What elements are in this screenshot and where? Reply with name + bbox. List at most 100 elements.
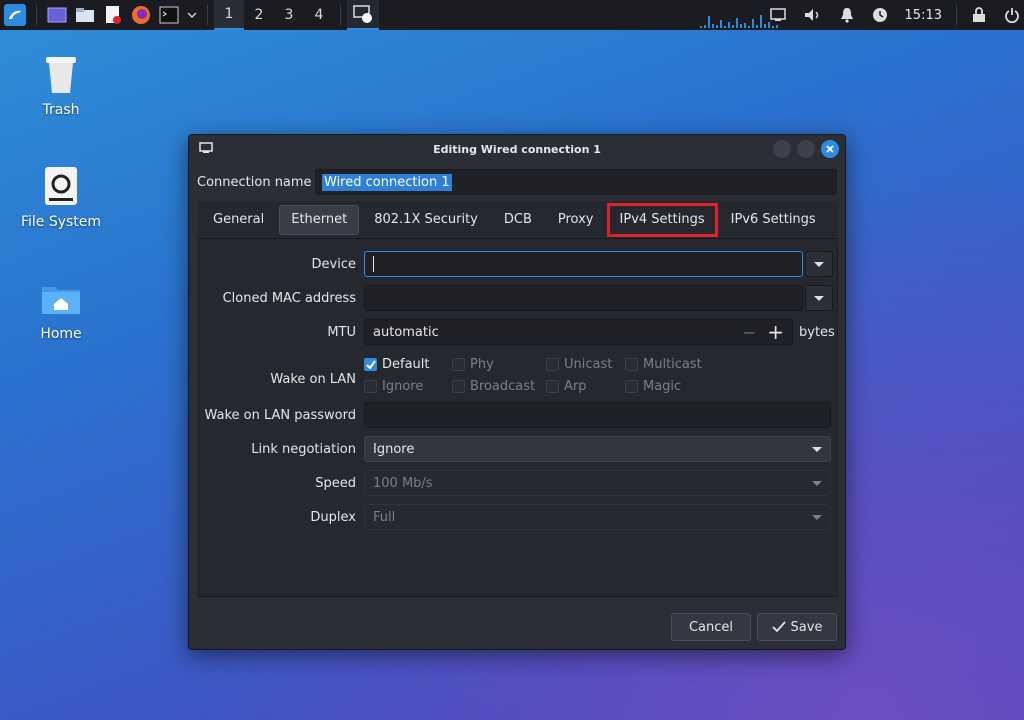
mtu-increment-button[interactable]: + <box>767 322 784 342</box>
link-negotiation-value: Ignore <box>373 441 415 457</box>
notification-bell-icon[interactable] <box>840 7 854 23</box>
wol-password-input[interactable] <box>364 402 831 428</box>
cancel-label: Cancel <box>688 619 734 635</box>
wol-arp-checkbox[interactable]: Arp <box>546 379 587 394</box>
workspace-3-button[interactable]: 3 <box>274 0 304 30</box>
desktop-icon-file-system[interactable]: File System <box>11 164 111 230</box>
workspace-1-button[interactable]: 1 <box>214 0 244 30</box>
tab-general[interactable]: General <box>202 205 275 235</box>
show-desktop-icon[interactable] <box>46 4 68 26</box>
checkbox-icon <box>625 380 638 393</box>
wol-broadcast-checkbox[interactable]: Broadcast <box>452 379 535 394</box>
wol-ignore-checkbox[interactable]: Ignore <box>364 379 423 394</box>
wol-default-label: Default <box>382 357 430 372</box>
network-window-icon <box>199 142 213 158</box>
tab-ipv6-settings[interactable]: IPv6 Settings <box>720 205 827 235</box>
mtu-value: automatic <box>373 324 439 340</box>
dialog-titlebar[interactable]: Editing Wired connection 1 <box>189 135 845 163</box>
checkbox-icon <box>546 380 559 393</box>
tab-bar: General Ethernet 802.1X Security DCB Pro… <box>198 201 838 239</box>
wol-multicast-checkbox[interactable]: Multicast <box>625 357 702 372</box>
wol-unicast-checkbox[interactable]: Unicast <box>546 357 612 372</box>
connection-name-input[interactable]: Wired connection 1 <box>315 169 837 195</box>
wol-unicast-label: Unicast <box>564 357 613 372</box>
wol-label: Wake on LAN <box>270 371 356 387</box>
wol-magic-checkbox[interactable]: Magic <box>625 379 681 394</box>
link-negotiation-row: Link negotiation Ignore <box>199 436 839 462</box>
cloned-mac-input[interactable] <box>364 285 803 311</box>
wol-broadcast-label: Broadcast <box>470 379 536 394</box>
file-manager-icon[interactable] <box>74 4 96 26</box>
panel-separator <box>207 5 208 25</box>
save-button[interactable]: Save <box>757 613 837 641</box>
desktop-icon-home[interactable]: Home <box>11 276 111 342</box>
cancel-button[interactable]: Cancel <box>671 613 751 641</box>
maximize-button[interactable] <box>797 140 815 158</box>
taskbar-network-window-button[interactable] <box>347 0 379 30</box>
panel-separator <box>36 5 37 25</box>
wol-arp-label: Arp <box>564 379 587 394</box>
mtu-spinbox[interactable]: automatic − + <box>364 319 793 345</box>
power-icon[interactable] <box>1004 7 1020 23</box>
tab-dcb[interactable]: DCB <box>493 205 543 235</box>
clock-icon[interactable] <box>872 7 888 23</box>
wol-password-row: Wake on LAN password <box>199 402 839 428</box>
panel-separator <box>340 5 341 25</box>
wol-phy-checkbox[interactable]: Phy <box>452 357 494 372</box>
workspace-2-button[interactable]: 2 <box>244 0 274 30</box>
duplex-label: Duplex <box>310 509 356 525</box>
chevron-down-icon <box>814 261 824 267</box>
close-icon <box>826 145 834 153</box>
tab-proxy[interactable]: Proxy <box>547 205 605 235</box>
dialog-title: Editing Wired connection 1 <box>433 142 601 156</box>
link-negotiation-label: Link negotiation <box>251 441 356 457</box>
lock-icon[interactable] <box>972 7 986 23</box>
wol-phy-label: Phy <box>470 357 494 372</box>
duplex-value: Full <box>373 509 396 525</box>
link-negotiation-select[interactable]: Ignore <box>364 436 831 462</box>
display-icon[interactable] <box>769 8 786 22</box>
workspace-4-button[interactable]: 4 <box>304 0 334 30</box>
edit-connection-dialog: Editing Wired connection 1 Connection na… <box>188 134 846 650</box>
duplex-row: Duplex Full <box>199 504 839 530</box>
firefox-icon[interactable] <box>130 4 152 26</box>
tab-ipv4-settings[interactable]: IPv4 Settings <box>606 202 718 237</box>
close-button[interactable] <box>821 140 839 158</box>
speed-value: 100 Mb/s <box>373 475 433 491</box>
minimize-button[interactable] <box>773 140 791 158</box>
terminal-icon[interactable] <box>158 4 180 26</box>
chevron-down-icon <box>812 515 822 520</box>
device-input[interactable] <box>364 251 803 277</box>
device-label: Device <box>311 256 356 272</box>
panel-separator <box>956 5 957 25</box>
cloned-mac-dropdown-button[interactable] <box>805 285 833 311</box>
checkbox-checked-icon <box>364 358 377 371</box>
cloned-mac-label: Cloned MAC address <box>222 290 356 306</box>
wol-default-checkbox[interactable]: Default <box>364 357 430 372</box>
desktop-icon-trash[interactable]: Trash <box>11 52 111 118</box>
tab-802-1x-security[interactable]: 802.1X Security <box>363 205 489 235</box>
connection-name-label: Connection name <box>197 174 312 190</box>
speed-label: Speed <box>315 475 356 491</box>
connection-name-value: Wired connection 1 <box>322 173 452 191</box>
text-editor-icon[interactable] <box>102 4 124 26</box>
connection-name-row: Connection name Wired connection 1 <box>197 169 837 195</box>
chevron-down-icon <box>812 481 822 486</box>
network-manager-icon <box>353 5 372 23</box>
chevron-down-icon[interactable] <box>186 4 198 26</box>
chevron-down-icon <box>814 295 824 301</box>
chevron-down-icon <box>812 447 822 452</box>
mtu-decrement-button[interactable]: − <box>743 323 756 342</box>
duplex-select[interactable]: Full <box>364 504 831 530</box>
device-dropdown-button[interactable] <box>805 251 833 277</box>
app-menu-button[interactable] <box>0 0 30 30</box>
text-cursor <box>373 256 374 272</box>
tab-ethernet[interactable]: Ethernet <box>279 204 360 235</box>
checkbox-icon <box>546 358 559 371</box>
clock-label[interactable]: 15:13 <box>905 8 942 23</box>
mtu-unit-label: bytes <box>799 324 835 340</box>
save-label: Save <box>790 619 823 635</box>
speed-select[interactable]: 100 Mb/s <box>364 470 831 496</box>
volume-icon[interactable] <box>804 8 822 22</box>
device-row: Device <box>199 251 839 277</box>
